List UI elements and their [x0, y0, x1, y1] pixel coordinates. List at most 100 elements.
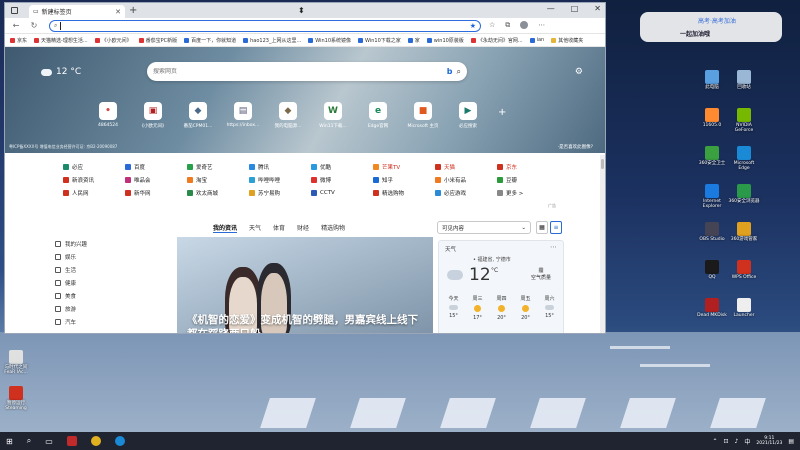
site-link[interactable]: 百度	[125, 163, 187, 171]
clock[interactable]: 9:11 2021/11/23	[756, 436, 782, 446]
collections-icon[interactable]: ⧉	[505, 21, 510, 30]
favorite-item[interactable]: 家	[407, 37, 420, 44]
quick-link-tile[interactable]: ▤ https://inbox...	[227, 102, 259, 129]
interest-menu-item[interactable]: 旅游	[55, 305, 87, 313]
site-link[interactable]: 豆瓣	[497, 176, 559, 184]
desktop-icon[interactable]: 360安全浏览器	[728, 184, 760, 204]
desktop-icon[interactable]: 360游戏管家	[728, 222, 760, 242]
desktop-icon[interactable]: WPS Office	[728, 260, 760, 280]
scrollbar[interactable]	[600, 155, 605, 333]
more-icon[interactable]: ⋯	[550, 243, 557, 251]
close-tab-icon[interactable]: ✕	[115, 8, 121, 16]
favorite-item[interactable]: Win10下载之家	[358, 37, 401, 44]
favorite-item[interactable]: 百度一下，你就知道	[184, 37, 236, 44]
address-bar[interactable]: ⌕ ★	[49, 19, 481, 32]
favorite-item[interactable]: 其他收藏夹	[551, 37, 583, 44]
desktop-icon[interactable]: QQ	[696, 260, 728, 280]
interest-menu-item[interactable]: 生活	[55, 266, 87, 274]
gear-icon[interactable]: ⚙	[575, 67, 583, 77]
desktop-icon[interactable]: Microsoft Edge	[728, 146, 760, 171]
quick-link-tile[interactable]: ■ Microsoft 主页	[408, 102, 438, 129]
favorite-item[interactable]: 天猫精选-理想生活...	[34, 37, 88, 44]
interest-menu-item[interactable]: 健康	[55, 279, 87, 287]
refresh-button[interactable]: ↻	[29, 21, 39, 30]
interest-menu-item[interactable]: 美食	[55, 292, 87, 300]
profile-avatar[interactable]	[520, 21, 529, 29]
desktop-icon[interactable]: Internet Explorer	[696, 184, 728, 209]
site-link[interactable]: 新浪资讯	[63, 176, 125, 184]
search-icon[interactable]: ⌕	[457, 67, 461, 77]
site-link[interactable]: 京东	[497, 163, 559, 171]
list-view-button[interactable]: ≡	[550, 221, 562, 234]
add-shortcut-button[interactable]: +	[498, 107, 506, 129]
mini-weather[interactable]: 12 °C	[41, 67, 81, 77]
site-link[interactable]: 哔哩哔哩	[249, 176, 311, 184]
site-link[interactable]: 必应游戏	[435, 189, 497, 197]
tab-new-tab[interactable]: ▭ 新建标签页 ✕	[29, 5, 125, 18]
desktop-icon[interactable]: 此电脑	[696, 70, 728, 90]
site-link[interactable]: 小米有品	[435, 176, 497, 184]
site-link[interactable]: 精选购物	[373, 189, 435, 197]
site-link[interactable]: 欢太商城	[187, 189, 249, 197]
news-tab[interactable]: 天气	[249, 223, 261, 233]
site-link[interactable]: 天猫	[435, 163, 497, 171]
desktop-icon[interactable]: 与时代之间 FeaR IAc...	[0, 350, 32, 375]
site-link[interactable]: 更多 >	[497, 189, 559, 197]
quick-link-tile[interactable]: W Win11下载...	[318, 102, 348, 129]
interest-menu-item[interactable]: 我的兴趣	[55, 240, 87, 248]
desktop-icon[interactable]: NVIDIA GeForce	[728, 108, 760, 133]
quick-link-tile[interactable]: • 4864524	[93, 102, 123, 129]
news-tab[interactable]: 财经	[297, 223, 309, 233]
quick-link-tile[interactable]: ◆ 我的电脑源...	[273, 102, 303, 129]
favorite-item[interactable]: win10原装版	[426, 37, 464, 44]
favorite-item[interactable]: 番茄宝PC新版	[138, 37, 177, 44]
maximize-button[interactable]: □	[571, 4, 579, 13]
favorites-icon[interactable]: ☆	[489, 21, 495, 30]
forecast-day[interactable]: 周六 15°	[539, 295, 560, 321]
scrollbar-thumb[interactable]	[601, 159, 604, 169]
site-link[interactable]: 唯品会	[125, 176, 187, 184]
forecast-day[interactable]: 周五 20°	[515, 295, 536, 321]
site-link[interactable]: 微博	[311, 176, 373, 184]
news-headline[interactable]: 《机智的恋爱》变成机智的劈腿，男嘉宾线上线下都在踩跷两只船	[187, 313, 427, 333]
search-icon[interactable]: ⌕	[27, 436, 31, 446]
interest-menu-item[interactable]: 汽车	[55, 318, 87, 326]
favorite-item[interactable]: hao123_上网从这里...	[243, 37, 301, 44]
favorite-item[interactable]: ian	[529, 37, 544, 43]
web-search-box[interactable]: b ⌕	[147, 62, 467, 81]
minimize-button[interactable]: —	[547, 4, 555, 13]
weather-card[interactable]: 天气 ⋯ • 福建省, 宁德市 12 °C 霾 空气质量 今天 15° 周三 17° 周…	[438, 240, 564, 333]
news-tab[interactable]: 精选购物	[321, 223, 345, 233]
close-window-button[interactable]: ✕	[594, 4, 601, 13]
image-feedback-link[interactable]: ·是否喜欢此图像?	[558, 144, 593, 150]
taskbar-app-icon[interactable]	[90, 436, 101, 446]
favorite-star-icon[interactable]: ★	[470, 22, 476, 30]
site-link[interactable]: 必应	[63, 163, 125, 171]
windows-start-icon[interactable]: ⊞	[6, 437, 13, 446]
favorite-item[interactable]: 《小欧元间》	[94, 37, 132, 44]
favorite-item[interactable]: Win10系统镜像	[308, 37, 351, 44]
tray-chevron-icon[interactable]: ⌃	[712, 438, 717, 445]
taskbar-app-icon[interactable]	[66, 436, 77, 446]
quick-link-tile[interactable]: e Edge官网	[363, 102, 393, 129]
search-input[interactable]	[153, 68, 443, 75]
forecast-day[interactable]: 周四 20°	[491, 295, 512, 321]
interest-menu-item[interactable]: 娱乐	[55, 253, 87, 261]
grid-view-button[interactable]: ▦	[536, 221, 548, 234]
favorite-item[interactable]: 《永劫无间》官网...	[470, 37, 523, 44]
desktop-widget[interactable]: 高考·高考加油 一起加油哦	[640, 12, 782, 42]
site-link[interactable]: 淘宝	[187, 176, 249, 184]
quick-link-tile[interactable]: ▣ 《小欧元间》	[138, 102, 168, 129]
forecast-day[interactable]: 今天 15°	[443, 295, 464, 321]
quick-link-tile[interactable]: ◆ 番茄CPM01...	[183, 102, 213, 129]
site-link[interactable]: 新华网	[125, 189, 187, 197]
site-link[interactable]: 腾讯	[249, 163, 311, 171]
news-card[interactable]: 《机智的恋爱》变成机智的劈腿，男嘉宾线上线下都在踩跷两只船	[177, 237, 433, 333]
news-tab[interactable]: 体育	[273, 223, 285, 233]
browser-window[interactable]: ▭ 新建标签页 ✕ + ⬍ — □ ✕ ← ↻ ⌕ ★ ☆ ⧉ ⋯ 京东 天猫精选…	[4, 2, 606, 334]
site-link[interactable]: 爱奇艺	[187, 163, 249, 171]
site-link[interactable]: 苏宁易购	[249, 189, 311, 197]
news-tab[interactable]: 我的资讯	[213, 223, 238, 233]
site-link[interactable]: 优酷	[311, 163, 373, 171]
network-icon[interactable]: ⊡	[724, 438, 729, 445]
